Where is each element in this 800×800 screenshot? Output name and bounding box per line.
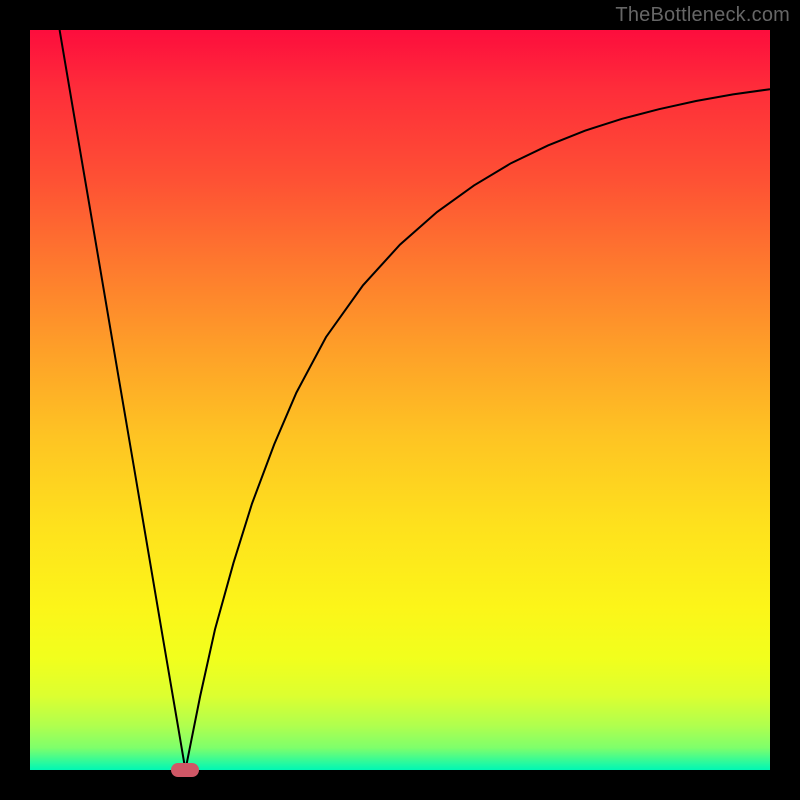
curve-right [185, 89, 770, 770]
min-marker [171, 763, 199, 777]
chart-container: TheBottleneck.com [0, 0, 800, 800]
watermark-text: TheBottleneck.com [615, 4, 790, 27]
curve-left [60, 30, 186, 770]
plot-area [30, 30, 770, 770]
curve-svg [30, 30, 770, 770]
